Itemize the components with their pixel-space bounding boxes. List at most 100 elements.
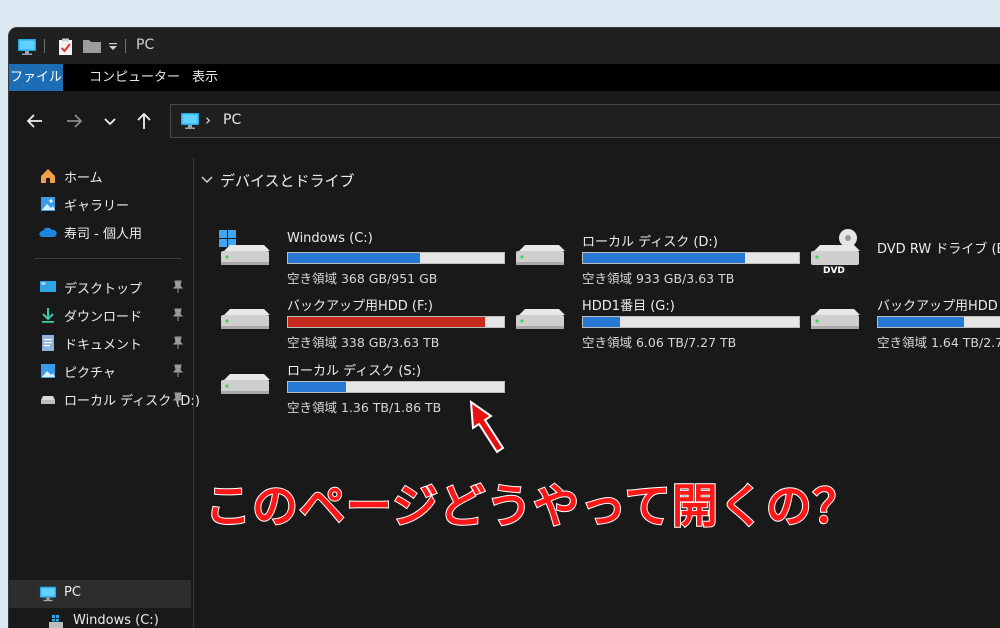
sidebar-item-label: ドキュメント bbox=[64, 338, 143, 353]
pin-icon[interactable] bbox=[172, 308, 184, 322]
dvd-logo-label: DVD bbox=[823, 266, 845, 276]
sidebar-item-label: ホーム bbox=[64, 171, 103, 186]
sidebar-item-label: ピクチャ bbox=[64, 366, 116, 381]
window-title: PC bbox=[136, 37, 155, 53]
new-folder-icon[interactable] bbox=[82, 38, 102, 54]
sidebar-item-desktop[interactable]: デスクトップ bbox=[9, 273, 191, 301]
navigation-pane: ホーム ギャラリー 寿司 - 個人用 デスクトップ ダウンロード ドキュメント … bbox=[9, 153, 200, 628]
document-icon bbox=[42, 335, 54, 351]
desktop-icon bbox=[40, 281, 56, 292]
pc-icon bbox=[18, 39, 36, 55]
drive-usage-bar bbox=[287, 252, 505, 264]
tab-file[interactable]: ファイル bbox=[9, 64, 63, 91]
drive-tile-f[interactable]: バックアップ用HDD (F:) 空き領域 338 GB/3.63 TB bbox=[218, 293, 508, 353]
drive-name: DVD RW ドライブ (E:) bbox=[877, 242, 1000, 257]
breadcrumb-separator[interactable]: › bbox=[205, 111, 211, 129]
sidebar-item-label: ダウンロード bbox=[64, 310, 143, 325]
drive-name: ローカル ディスク (D:) bbox=[582, 235, 718, 250]
drive-free-space: 空き領域 1.64 TB/2.72 bbox=[877, 335, 1000, 350]
hdd-icon bbox=[811, 309, 860, 329]
drive-name: バックアップ用HDD (F:) bbox=[287, 299, 433, 314]
drive-free-space: 空き領域 338 GB/3.63 TB bbox=[287, 335, 440, 350]
sidebar-item-local-disk-d[interactable]: ローカル ディスク (D:) bbox=[9, 385, 200, 413]
drive-free-space: 空き領域 368 GB/951 GB bbox=[287, 271, 438, 286]
hdd-icon bbox=[516, 309, 565, 329]
drive-tile-c[interactable]: Windows (C:) 空き領域 368 GB/951 GB bbox=[218, 229, 508, 289]
forward-arrow-icon[interactable] bbox=[62, 109, 86, 133]
drive-usage-fill bbox=[288, 317, 485, 327]
drive-free-space: 空き領域 933 GB/3.63 TB bbox=[582, 271, 735, 286]
back-arrow-icon[interactable] bbox=[23, 109, 47, 133]
drive-name: バックアップ用HDD (H:) bbox=[877, 299, 1000, 314]
drive-usage-fill bbox=[288, 253, 420, 263]
annotation-caption: このページどうやって開くの？ bbox=[204, 478, 860, 534]
drive-usage-bar bbox=[582, 252, 800, 264]
quick-access-dropdown-icon[interactable] bbox=[108, 42, 118, 52]
drive-usage-bar bbox=[287, 381, 505, 393]
pin-icon[interactable] bbox=[172, 336, 184, 350]
drive-icon bbox=[41, 396, 55, 404]
annotation-arrow-icon bbox=[469, 399, 505, 454]
drive-usage-bar bbox=[287, 316, 505, 328]
sidebar-item-label: デスクトップ bbox=[64, 282, 143, 297]
pin-icon[interactable] bbox=[172, 392, 184, 406]
pin-icon[interactable] bbox=[172, 280, 184, 294]
chevron-down-icon[interactable] bbox=[201, 175, 213, 185]
hdd-icon bbox=[221, 309, 270, 329]
sidebar-item-gallery[interactable]: ギャラリー bbox=[9, 190, 191, 218]
windows-drive-icon bbox=[219, 230, 270, 265]
tab-computer[interactable]: コンピューター bbox=[77, 64, 192, 91]
gallery-icon bbox=[41, 197, 55, 211]
tab-view[interactable]: 表示 bbox=[180, 64, 230, 91]
recent-locations-chevron-down-icon[interactable] bbox=[98, 109, 122, 133]
drive-name: ローカル ディスク (S:) bbox=[287, 364, 422, 379]
onedrive-icon bbox=[39, 227, 57, 237]
drive-name: Windows (C:) bbox=[287, 231, 373, 246]
sidebar-item-home[interactable]: ホーム bbox=[9, 162, 191, 190]
drive-tile-h[interactable]: バックアップ用HDD (H:) 空き領域 1.64 TB/2.72 bbox=[808, 293, 1000, 353]
download-icon bbox=[42, 308, 54, 323]
sidebar-item-pc[interactable]: PC bbox=[9, 580, 191, 608]
drive-usage-bar bbox=[582, 316, 800, 328]
sidebar-item-onedrive[interactable]: 寿司 - 個人用 bbox=[9, 218, 191, 246]
drive-free-space: 空き領域 1.36 TB/1.86 TB bbox=[287, 400, 442, 415]
sidebar-item-downloads[interactable]: ダウンロード bbox=[9, 301, 191, 329]
sidebar-item-windows-c[interactable]: Windows (C:) bbox=[9, 608, 191, 628]
address-bar[interactable]: › PC bbox=[170, 104, 1000, 138]
drive-usage-fill bbox=[878, 317, 965, 327]
pin-icon[interactable] bbox=[172, 364, 184, 378]
drive-name: HDD1番目 (G:) bbox=[582, 299, 675, 314]
properties-icon[interactable] bbox=[58, 38, 74, 56]
pc-icon bbox=[39, 586, 57, 602]
windows-drive-icon bbox=[49, 615, 63, 628]
drive-tile-e[interactable]: DVD DVD RW ドライブ (E:) bbox=[808, 229, 1000, 289]
group-header-devices-and-drives[interactable]: デバイスとドライブ bbox=[220, 170, 355, 191]
title-separator bbox=[125, 39, 126, 53]
drive-usage-bar bbox=[877, 316, 1000, 328]
sidebar-item-label: ギャラリー bbox=[64, 199, 130, 214]
pane-splitter[interactable] bbox=[193, 158, 194, 628]
sidebar-item-label: Windows (C:) bbox=[73, 613, 159, 628]
drive-tile-g[interactable]: HDD1番目 (G:) 空き領域 6.06 TB/7.27 TB bbox=[513, 293, 803, 353]
drive-usage-fill bbox=[583, 253, 745, 263]
up-arrow-icon[interactable] bbox=[132, 109, 156, 133]
drive-tile-d[interactable]: ローカル ディスク (D:) 空き領域 933 GB/3.63 TB bbox=[513, 229, 803, 289]
sidebar-item-pictures[interactable]: ピクチャ bbox=[9, 357, 191, 385]
drive-usage-fill bbox=[288, 382, 347, 392]
ribbon-tabs: ファイル コンピューター 表示 bbox=[9, 64, 1000, 91]
sidebar-item-documents[interactable]: ドキュメント bbox=[9, 329, 191, 357]
pictures-icon bbox=[41, 364, 55, 378]
drive-usage-fill bbox=[583, 317, 620, 327]
drive-free-space: 空き領域 6.06 TB/7.27 TB bbox=[582, 335, 737, 350]
sidebar-item-label: PC bbox=[64, 585, 81, 600]
title-separator bbox=[44, 39, 45, 53]
home-icon bbox=[41, 169, 55, 183]
navigation-bar: › PC bbox=[9, 91, 1000, 153]
explorer-window: PC ファイル コンピューター 表示 › PC ホーム ギャラリー 寿司 - 個… bbox=[9, 28, 1000, 628]
sidebar-divider bbox=[34, 258, 182, 259]
breadcrumb-pc[interactable]: PC bbox=[223, 112, 241, 128]
hdd-icon bbox=[221, 374, 270, 394]
hdd-icon bbox=[516, 245, 565, 265]
sidebar-item-label: 寿司 - 個人用 bbox=[64, 227, 142, 242]
pc-icon bbox=[181, 113, 199, 129]
